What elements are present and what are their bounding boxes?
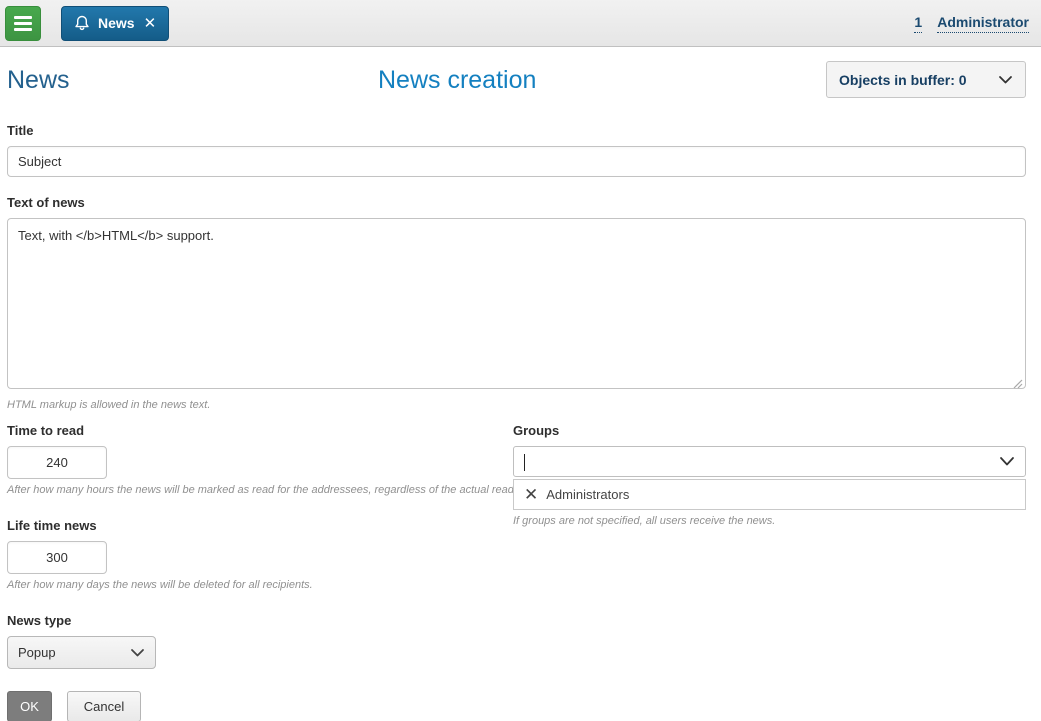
tab-label: News [98,15,135,31]
groups-combobox-input[interactable] [513,446,1026,477]
tab-close-icon[interactable]: ✕ [144,16,157,31]
text-of-news-label: Text of news [7,195,1026,210]
topbar-user-area: 1 Administrator [914,14,1029,33]
time-to-read-hint: After how many hours the news will be ma… [7,484,513,496]
ok-button[interactable]: OK [7,691,52,721]
group-item-administrators[interactable]: ✕ Administrators [514,480,1025,509]
cancel-button[interactable]: Cancel [67,691,141,721]
resize-handle-icon[interactable] [1013,379,1023,389]
groups-label: Groups [513,423,1026,438]
news-text-textarea[interactable]: Text, with </b>HTML</b> support. [7,218,1026,389]
left-column: Time to read After how many hours the ne… [7,423,513,721]
buffer-label: Objects in buffer: 0 [839,72,967,88]
tab-news[interactable]: News ✕ [61,6,169,41]
form-columns: Time to read After how many hours the ne… [7,423,1026,721]
news-type-select[interactable]: Popup [7,636,156,669]
topbar: News ✕ 1 Administrator [0,0,1041,47]
form-buttons: OK Cancel [7,691,513,721]
page-title: News [7,66,70,95]
life-time-label: Life time news [7,518,513,533]
buffer-button[interactable]: Objects in buffer: 0 [826,61,1026,98]
text-cursor [524,454,525,471]
group-item-label: Administrators [546,487,629,502]
news-type-value: Popup [18,645,56,660]
chevron-down-icon[interactable] [999,456,1015,467]
time-to-read-label: Time to read [7,423,513,438]
news-text-wrap: Text, with </b>HTML</b> support. [7,218,1026,394]
news-type-label: News type [7,613,513,628]
title-input[interactable] [7,146,1026,177]
remove-icon[interactable]: ✕ [524,486,538,503]
menu-button[interactable] [5,6,41,41]
bell-icon [74,15,90,32]
groups-selected-list: ✕ Administrators [513,479,1026,510]
chevron-down-icon [998,75,1013,85]
right-column: Groups ✕ Administrators If groups are no… [513,423,1026,721]
groups-hint: If groups are not specified, all users r… [513,515,1026,527]
user-count-link[interactable]: 1 [914,14,922,33]
text-of-news-hint: HTML markup is allowed in the news text. [7,399,1026,411]
main-content: News News creation Objects in buffer: 0 … [0,47,1041,721]
header-row: News News creation Objects in buffer: 0 [7,61,1026,105]
life-time-hint: After how many days the news will be del… [7,579,513,591]
time-to-read-input[interactable] [7,446,107,479]
chevron-down-icon [130,648,145,658]
title-label: Title [7,123,1026,138]
user-name-link[interactable]: Administrator [937,14,1029,33]
life-time-input[interactable] [7,541,107,574]
form-title: News creation [378,66,536,95]
